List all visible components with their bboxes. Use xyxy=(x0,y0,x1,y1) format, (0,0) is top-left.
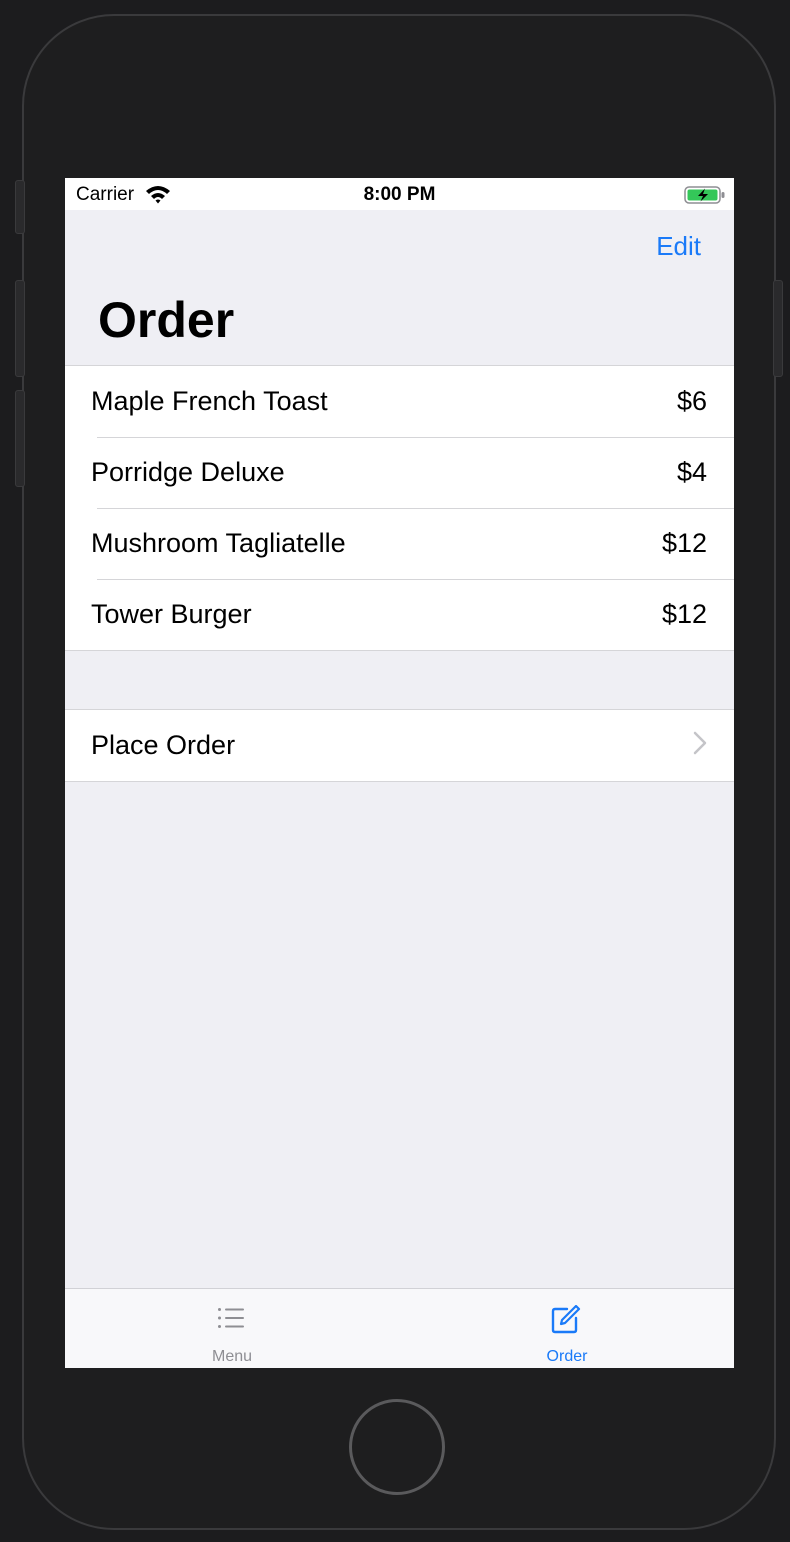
item-price: $4 xyxy=(676,457,707,487)
item-name: Maple French Toast xyxy=(91,386,328,416)
order-item-row[interactable]: Mushroom Tagliatelle $12 xyxy=(65,508,734,579)
compose-icon xyxy=(550,1304,582,1340)
status-bar: Carrier 8:00 PM xyxy=(65,178,734,210)
tab-order[interactable]: Order xyxy=(400,1289,734,1368)
mute-switch xyxy=(15,180,25,234)
tab-menu[interactable]: Menu xyxy=(65,1289,399,1368)
app-screen: Carrier 8:00 PM Edit Order Maple French … xyxy=(65,178,734,1368)
place-order-label: Place Order xyxy=(91,730,236,760)
tab-menu-label: Menu xyxy=(211,1348,253,1365)
volume-down-button xyxy=(15,390,25,487)
order-item-row[interactable]: Maple French Toast $6 xyxy=(65,366,734,437)
page-title: Order xyxy=(98,292,235,348)
place-order-button[interactable]: Place Order xyxy=(65,710,734,781)
item-price: $12 xyxy=(661,599,707,629)
place-order-section: Place Order xyxy=(65,709,734,782)
battery-charging-icon xyxy=(684,185,726,211)
item-name: Tower Burger xyxy=(91,599,252,629)
edit-button[interactable]: Edit xyxy=(656,231,701,262)
power-button xyxy=(773,280,783,377)
tab-order-label: Order xyxy=(546,1348,588,1365)
list-icon xyxy=(215,1305,247,1336)
item-name: Porridge Deluxe xyxy=(91,457,285,487)
item-price: $12 xyxy=(661,528,707,558)
chevron-right-icon xyxy=(693,728,707,763)
item-price: $6 xyxy=(676,386,707,416)
order-items-list: Maple French Toast $6 Porridge Deluxe $4… xyxy=(65,365,734,651)
item-name: Mushroom Tagliatelle xyxy=(91,528,346,558)
status-time: 8:00 PM xyxy=(363,184,436,205)
tab-bar: Menu Order xyxy=(65,1288,734,1368)
order-item-row[interactable]: Porridge Deluxe $4 xyxy=(65,437,734,508)
volume-up-button xyxy=(15,280,25,377)
order-item-row[interactable]: Tower Burger $12 xyxy=(65,579,734,650)
home-button[interactable] xyxy=(349,1399,445,1495)
